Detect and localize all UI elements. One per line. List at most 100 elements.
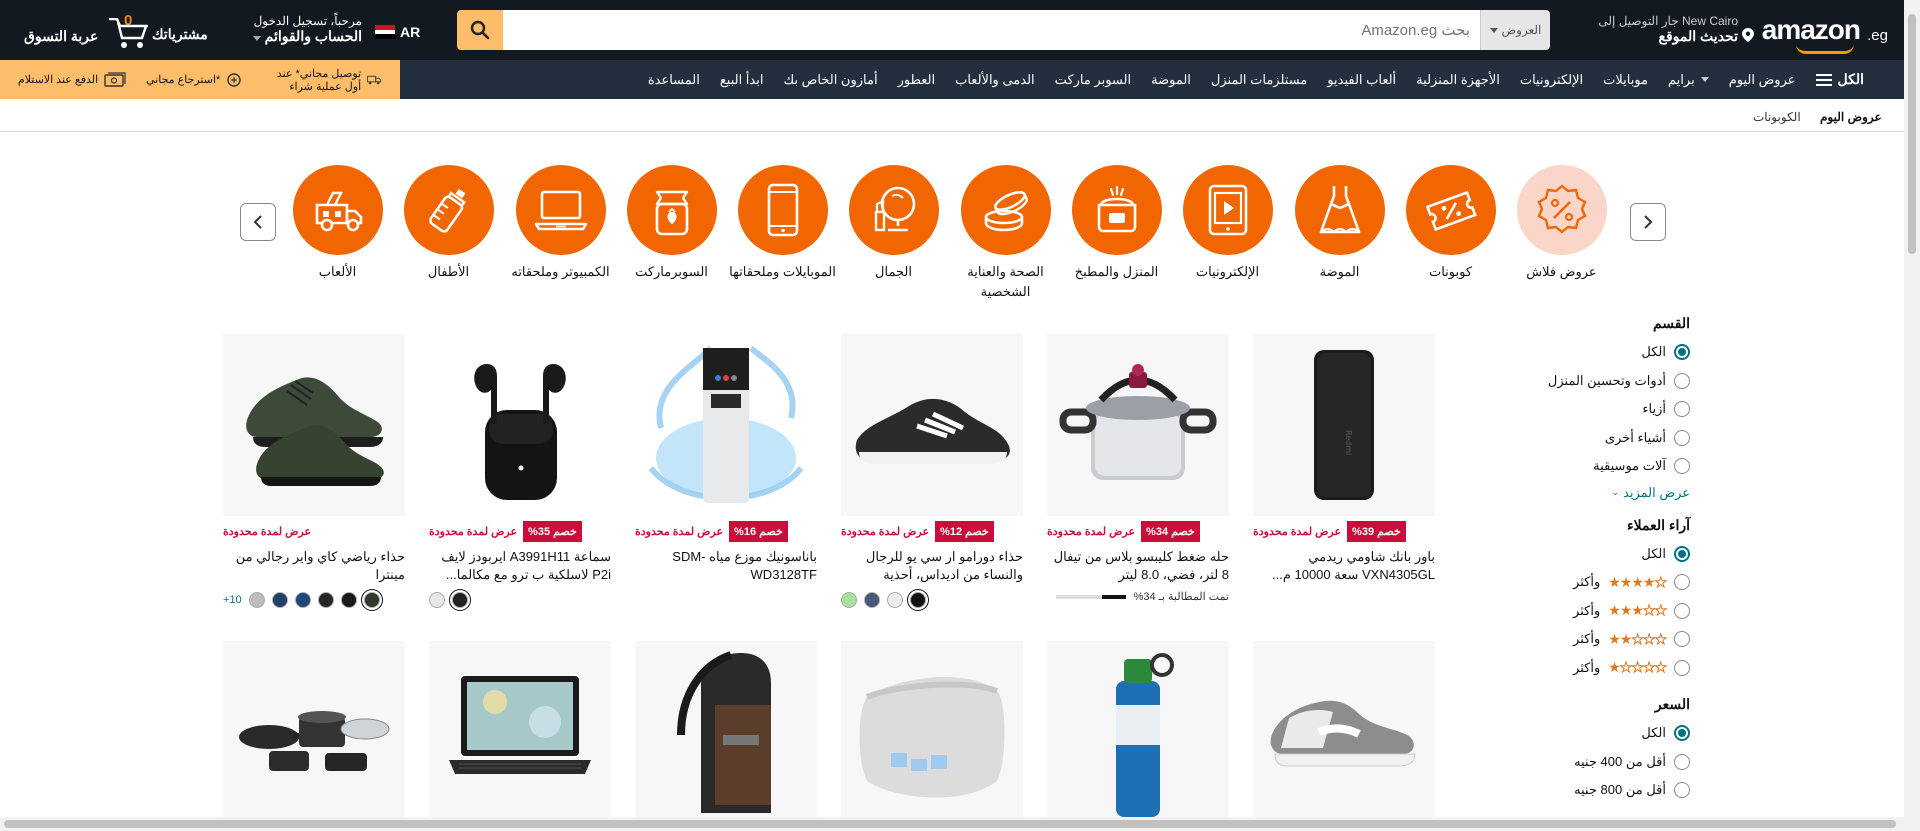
filter-reviews-3-up[interactable]: ★★★ ★★ وأكثر bbox=[1530, 597, 1690, 626]
nav-item-supermarket[interactable]: السوبر ماركت bbox=[1045, 72, 1141, 88]
color-swatch[interactable] bbox=[317, 592, 334, 608]
vertical-scrollbar[interactable] bbox=[1904, 0, 1920, 831]
filter-reviews-1-up[interactable]: ★ ★★★★ وأكثر bbox=[1530, 654, 1690, 683]
color-swatch[interactable] bbox=[340, 592, 357, 608]
category-health[interactable]: الصحة والعناية الشخصية bbox=[948, 165, 1063, 302]
product-card[interactable]: خصم 16% عرض لمدة محدودة باناسونيك موزع مي… bbox=[635, 334, 817, 584]
nav-item-home[interactable]: مستلزمات المنزل bbox=[1201, 72, 1317, 88]
category-supermarket[interactable]: السوبرماركت bbox=[614, 165, 729, 282]
filter-price-under-800[interactable]: أقل من 800 جنيه bbox=[1530, 776, 1690, 805]
see-more-link[interactable]: عرض المزيد ⌄ bbox=[1530, 481, 1690, 505]
product-image-laptop[interactable] bbox=[429, 641, 611, 823]
nav-item-todays-deals[interactable]: عروض اليوم bbox=[1719, 72, 1806, 88]
color-swatch[interactable] bbox=[864, 592, 880, 608]
color-swatch[interactable] bbox=[363, 592, 380, 608]
product-title[interactable]: حله ضغط كليبسو بلاس من تيفال 8 لتر، فضي،… bbox=[1047, 548, 1229, 584]
product-card[interactable] bbox=[841, 641, 1023, 823]
deliver-to[interactable]: جار التوصيل إلى New Cairo تحديث الموقع bbox=[1582, 14, 1754, 48]
filter-dept-other[interactable]: أشياء أخرى bbox=[1530, 424, 1690, 453]
category-kids[interactable]: الأطفال bbox=[391, 165, 506, 282]
category-coupons[interactable]: كوبونات bbox=[1393, 165, 1508, 282]
nav-all[interactable]: الكل bbox=[1806, 71, 1875, 88]
category-home-kitchen[interactable]: المنزل والمطبخ bbox=[1059, 165, 1174, 282]
account-menu[interactable]: مرحباً، تسجيل الدخول الحساب والقوائم bbox=[232, 14, 362, 45]
filter-price-all[interactable]: الكل bbox=[1530, 719, 1690, 748]
product-card[interactable] bbox=[223, 641, 405, 823]
nav-item-perfumes[interactable]: العطور bbox=[888, 72, 946, 88]
product-title[interactable]: باور بانك شاومي ريدمي VXN4305GL سعة 1000… bbox=[1253, 548, 1435, 584]
nav-item-prime[interactable]: برايم bbox=[1658, 72, 1719, 88]
product-image-sling-bag[interactable] bbox=[635, 641, 817, 823]
filter-reviews-2-up[interactable]: ★★ ★★★ وأكثر bbox=[1530, 625, 1690, 654]
product-image-pressure-cooker[interactable] bbox=[1047, 334, 1229, 516]
category-beauty[interactable]: الجمال bbox=[836, 165, 951, 282]
product-image-earbuds[interactable] bbox=[429, 334, 611, 516]
color-swatch[interactable] bbox=[248, 592, 265, 608]
category-flash-deals[interactable]: عروض فلاش bbox=[1504, 165, 1619, 282]
category-electronics[interactable]: الإلكترونيات bbox=[1170, 165, 1285, 282]
cash-icon bbox=[104, 71, 126, 87]
product-image-water-dispenser[interactable] bbox=[635, 334, 817, 516]
product-card[interactable]: Redmi خصم 39% عرض لمدة محدودة باور بانك ش… bbox=[1253, 334, 1435, 584]
filter-reviews-4-up[interactable]: ★★★★ ★ وأكثر bbox=[1530, 568, 1690, 597]
product-title[interactable]: باناسونيك موزع مياه SDM-WD3128TF bbox=[635, 548, 817, 584]
product-card[interactable] bbox=[635, 641, 817, 823]
nav-item-fashion[interactable]: الموضة bbox=[1141, 72, 1201, 88]
filter-dept-musical-instruments[interactable]: آلات موسيقية bbox=[1530, 452, 1690, 481]
color-swatch[interactable] bbox=[887, 592, 903, 608]
category-computers[interactable]: الكمبيوتر وملحقاته bbox=[503, 165, 618, 282]
filter-reviews-all[interactable]: الكل bbox=[1530, 540, 1690, 569]
color-swatch[interactable] bbox=[910, 592, 926, 608]
product-image-pillow[interactable] bbox=[841, 641, 1023, 823]
product-title[interactable]: حذاء دورامو ار سي يو للرجال والنساء من ا… bbox=[841, 548, 1023, 584]
product-card[interactable]: خصم 34% عرض لمدة محدودة حله ضغط كليبسو بل… bbox=[1047, 334, 1229, 603]
nav-item-appliances[interactable]: الأجهزة المنزلية bbox=[1406, 72, 1510, 88]
product-image-power-bank[interactable]: Redmi bbox=[1253, 334, 1435, 516]
filter-dept-fashion[interactable]: أزياء bbox=[1530, 395, 1690, 424]
color-swatch[interactable] bbox=[452, 592, 468, 608]
product-title[interactable]: حذاء رياضي كاي واير رجالي من مينترا bbox=[223, 548, 405, 584]
color-swatch[interactable] bbox=[429, 592, 445, 608]
search-button[interactable] bbox=[457, 10, 503, 50]
search-department-select[interactable]: العروض bbox=[1480, 10, 1550, 50]
product-image-knit-sneaker[interactable] bbox=[223, 334, 405, 516]
nav-item-sell[interactable]: ابدأ البيع bbox=[710, 72, 774, 88]
product-card[interactable] bbox=[1047, 641, 1229, 823]
nav-item-video-games[interactable]: ألعاب الفيديو bbox=[1317, 72, 1406, 88]
category-toys[interactable]: الألعاب bbox=[280, 165, 395, 282]
filter-dept-all[interactable]: الكل bbox=[1530, 338, 1690, 367]
more-colors-link[interactable]: 10+ bbox=[223, 594, 242, 606]
product-card[interactable] bbox=[1253, 641, 1435, 823]
category-mobiles[interactable]: الموبايلات وملحقاتها bbox=[725, 165, 840, 282]
product-image-running-shoe[interactable] bbox=[841, 334, 1023, 516]
scrollbar-thumb[interactable] bbox=[4, 820, 1896, 828]
cart-button[interactable]: عربة التسوق 0 bbox=[20, 12, 148, 48]
search-input[interactable] bbox=[503, 10, 1480, 50]
product-image-cookware-set[interactable] bbox=[223, 641, 405, 823]
color-swatch[interactable] bbox=[841, 592, 857, 608]
scrollbar-thumb[interactable] bbox=[1908, 14, 1916, 254]
breadcrumb-todays-deals[interactable]: عروض اليوم bbox=[1820, 110, 1882, 124]
nav-item-your-amazon[interactable]: أمازون الخاص بك bbox=[773, 72, 887, 88]
product-image-sneaker-gray[interactable] bbox=[1253, 641, 1435, 823]
color-swatch[interactable] bbox=[271, 592, 288, 608]
filter-dept-home-improvement[interactable]: أدوات وتحسين المنزل bbox=[1530, 367, 1690, 396]
product-title[interactable]: سماعة A3991H11 ايربودز لايف P2i لاسلكية … bbox=[429, 548, 611, 584]
breadcrumb-coupons[interactable]: الكوبونات bbox=[1753, 110, 1801, 124]
horizontal-scrollbar[interactable] bbox=[0, 817, 1904, 831]
nav-item-toys[interactable]: الدمى والألعاب bbox=[945, 72, 1045, 88]
product-card[interactable]: عرض لمدة محدودة حذاء رياضي كاي واير رجال… bbox=[223, 334, 405, 608]
category-fashion[interactable]: الموضة bbox=[1282, 165, 1397, 282]
nav-item-mobiles[interactable]: موبايلات bbox=[1593, 72, 1658, 88]
product-image-water-bottle[interactable] bbox=[1047, 641, 1229, 823]
product-card[interactable] bbox=[429, 641, 611, 823]
nav-item-electronics[interactable]: الإلكترونيات bbox=[1510, 72, 1593, 88]
language-selector[interactable]: AR bbox=[375, 22, 420, 42]
nav-item-help[interactable]: المساعدة bbox=[638, 72, 710, 88]
filter-price-under-400[interactable]: أقل من 400 جنيه bbox=[1530, 748, 1690, 777]
color-swatch[interactable] bbox=[294, 592, 311, 608]
orders-link[interactable]: مشترياتك bbox=[152, 26, 208, 43]
product-card[interactable]: خصم 35% عرض لمدة محدودة سماعة A3991H11 اي… bbox=[429, 334, 611, 608]
product-card[interactable]: خصم 12% عرض لمدة محدودة حذاء دورامو ار سي… bbox=[841, 334, 1023, 608]
amazon-logo[interactable]: amazon .eg bbox=[1762, 14, 1888, 54]
